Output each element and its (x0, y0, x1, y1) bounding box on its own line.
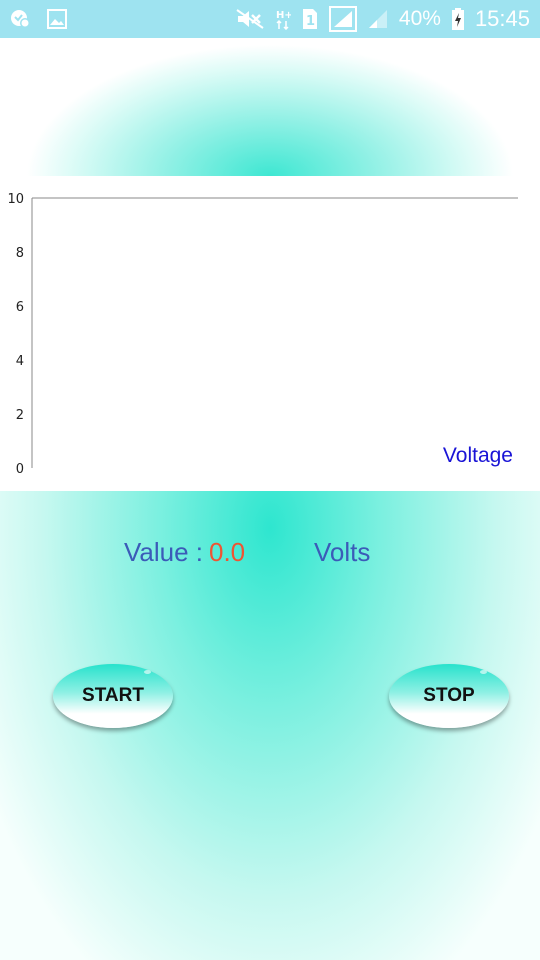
voltage-chart: 0 2 4 6 8 10 Voltage (0, 176, 540, 491)
value-readout: Value : 0.0 Volts (0, 535, 540, 575)
button-highlight (480, 670, 487, 674)
y-tick-label: 6 (16, 300, 24, 315)
start-button[interactable]: START (53, 664, 173, 728)
start-button-label: START (82, 685, 144, 706)
value-label: Value : (124, 537, 204, 567)
value-unit: Volts (314, 537, 371, 567)
y-tick-label: 2 (16, 408, 24, 423)
y-tick-label: 8 (16, 246, 24, 261)
y-tick-label: 4 (16, 354, 24, 369)
battery-percent: 40% (398, 7, 441, 30)
clock: 15:45 (474, 6, 530, 31)
image-icon (46, 8, 68, 30)
legend-voltage: Voltage (442, 444, 513, 467)
battery-charging-icon (451, 7, 465, 31)
mute-icon (235, 8, 265, 30)
status-bar: H+ 1 40% 15:45 (0, 0, 540, 38)
y-tick-label: 10 (7, 192, 24, 207)
hplus-data-icon: H+ (275, 8, 291, 30)
stop-button[interactable]: STOP (389, 664, 509, 728)
y-axis-ticks: 0 2 4 6 8 10 (7, 192, 24, 477)
sim-1-icon: 1 (301, 7, 319, 31)
stop-button-label: STOP (423, 685, 475, 706)
svg-text:1: 1 (306, 14, 315, 29)
signal-weak-icon (367, 8, 389, 30)
signal-icon (328, 6, 357, 32)
button-highlight (144, 670, 151, 674)
notification-icon (10, 8, 32, 30)
value-number: 0.0 (209, 537, 246, 567)
svg-text:H+: H+ (276, 10, 291, 21)
header-band (0, 38, 540, 176)
y-tick-label: 0 (16, 462, 24, 477)
